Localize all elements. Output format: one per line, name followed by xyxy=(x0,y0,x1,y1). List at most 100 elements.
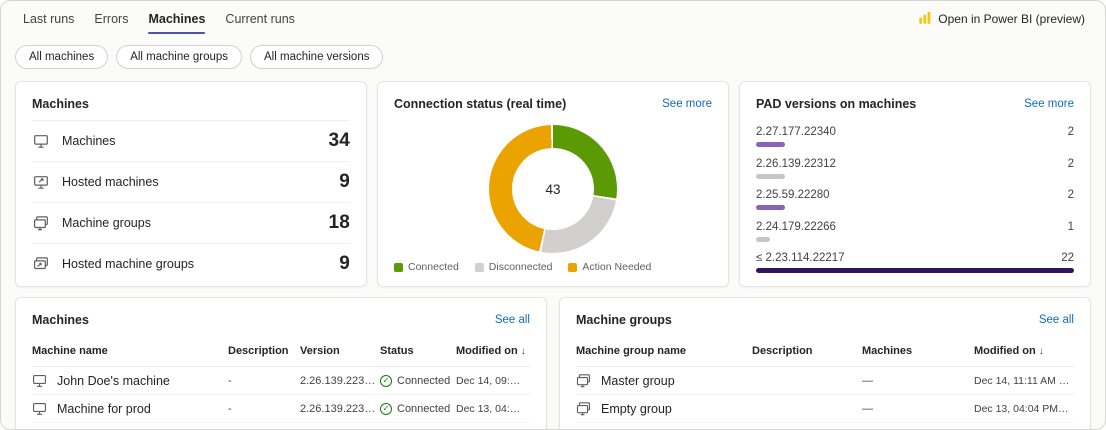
machine-version: 2.26.139.22312 xyxy=(300,395,380,423)
col-description[interactable]: Description xyxy=(228,336,300,367)
col-machines[interactable]: Machines xyxy=(862,336,974,367)
pad-version-label: 2.24.179.22266 xyxy=(756,221,836,233)
pad-version-count: 2 xyxy=(1068,189,1074,201)
stat-value: 34 xyxy=(328,130,350,152)
machine-group-icon xyxy=(576,373,591,388)
stat-row-hosted-machines[interactable]: Hosted machines 9 xyxy=(32,161,350,202)
pad-see-more-link[interactable]: See more xyxy=(1024,98,1074,110)
machine-group-row[interactable]: Empty group — Dec 13, 04:04 PM (22 h ago… xyxy=(576,395,1074,423)
filter-bar: All machines All machine groups All mach… xyxy=(1,35,1105,71)
pad-version-label: 2.27.177.22340 xyxy=(756,126,836,138)
connected-check-icon: ✓ xyxy=(380,403,392,415)
machines-table-title: Machines xyxy=(32,313,89,327)
stat-row-hosted-machine-groups[interactable]: Hosted machine groups 9 xyxy=(32,243,350,284)
machine-group-row[interactable]: Master group — Dec 14, 11:11 AM (2 h ago… xyxy=(576,367,1074,395)
connection-card-title: Connection status (real time) xyxy=(394,97,566,111)
sort-descending-icon: ↓ xyxy=(521,346,526,357)
group-description xyxy=(752,395,862,423)
legend-item-action-needed: Action Needed xyxy=(568,261,651,273)
col-modified-on[interactable]: Modified on↓ xyxy=(974,336,1074,367)
connection-status-card: Connection status (real time) See more 4… xyxy=(377,81,729,287)
stat-label: Hosted machine groups xyxy=(62,257,194,271)
machines-table-card: Machines See all Machine name Descriptio… xyxy=(15,297,547,430)
connection-status-donut[interactable]: 43 xyxy=(489,125,617,253)
machine-version: 2.26.139.22312 xyxy=(300,367,380,395)
col-modified-on[interactable]: Modified on↓ xyxy=(456,336,530,367)
col-machine-name[interactable]: Machine name xyxy=(32,336,228,367)
power-bi-icon xyxy=(918,11,932,28)
machines-stat-list: Machines 34 Hosted machines 9 Machine gr… xyxy=(32,120,350,284)
stat-label: Machine groups xyxy=(62,216,151,230)
stat-label: Hosted machines xyxy=(62,175,159,189)
machine-status: Connected xyxy=(397,375,450,387)
col-machine-group-name[interactable]: Machine group name xyxy=(576,336,752,367)
legend-item-disconnected: Disconnected xyxy=(475,261,553,273)
pad-version-bar xyxy=(756,142,785,147)
machine-group-name: Master group xyxy=(601,374,675,388)
filter-all-machines[interactable]: All machines xyxy=(15,45,108,69)
pad-card-title: PAD versions on machines xyxy=(756,97,916,111)
filter-all-machine-versions[interactable]: All machine versions xyxy=(250,45,383,69)
col-version[interactable]: Version xyxy=(300,336,380,367)
pad-version-list: 2.27.177.22340 2 2.26.139.22312 2 2.25.5… xyxy=(756,126,1074,273)
connection-see-more-link[interactable]: See more xyxy=(662,98,712,110)
table-header-row: Machine group name Description Machines … xyxy=(576,336,1074,367)
machine-modified-on: Dec 13, 04:13 PM (2 xyxy=(456,395,530,423)
group-machines-count: — xyxy=(862,367,974,395)
pad-version-count: 2 xyxy=(1068,126,1074,138)
legend-swatch-connected xyxy=(394,263,403,272)
pad-version-bar xyxy=(756,205,785,210)
stat-value: 9 xyxy=(339,253,350,275)
groups-see-all-link[interactable]: See all xyxy=(1039,314,1074,326)
groups-table-title: Machine groups xyxy=(576,313,672,327)
pad-version-count: 22 xyxy=(1061,252,1074,264)
col-description[interactable]: Description xyxy=(752,336,862,367)
stat-label: Machines xyxy=(62,134,116,148)
filter-all-machine-groups[interactable]: All machine groups xyxy=(116,45,242,69)
pad-version-row: 2.27.177.22340 2 xyxy=(756,126,1074,147)
legend-label: Connected xyxy=(408,261,459,273)
machines-see-all-link[interactable]: See all xyxy=(495,314,530,326)
pad-version-bar xyxy=(756,237,770,242)
open-in-power-bi-label: Open in Power BI (preview) xyxy=(938,12,1085,26)
stat-row-machine-groups[interactable]: Machine groups 18 xyxy=(32,202,350,243)
sort-descending-icon: ↓ xyxy=(1039,346,1044,357)
machine-icon xyxy=(32,133,50,149)
pad-version-row: ≤ 2.23.114.22217 22 xyxy=(756,252,1074,273)
machine-description: - xyxy=(228,367,300,395)
group-machines-count: — xyxy=(862,395,974,423)
col-status[interactable]: Status xyxy=(380,336,456,367)
stat-row-machines[interactable]: Machines 34 xyxy=(32,120,350,161)
legend-label: Action Needed xyxy=(582,261,651,273)
tables-section: Machines See all Machine name Descriptio… xyxy=(1,287,1105,430)
machine-icon xyxy=(32,401,47,416)
machine-status: Connected xyxy=(397,403,450,415)
machine-group-name: Empty group xyxy=(601,402,672,416)
machine-group-icon xyxy=(576,401,591,416)
open-in-power-bi-button[interactable]: Open in Power BI (preview) xyxy=(912,10,1093,29)
machine-row[interactable]: John Doe's machine - 2.26.139.22312 ✓ Con… xyxy=(32,367,530,395)
connection-legend: Connected Disconnected Action Needed xyxy=(394,261,712,273)
machines-count-card: Machines Machines 34 Hosted machines 9 xyxy=(15,81,367,287)
machines-dashboard: Last runs Errors Machines Current runs O… xyxy=(0,0,1106,430)
tab-last-runs[interactable]: Last runs xyxy=(13,4,84,34)
machines-table: Machine name Description Version Status … xyxy=(32,336,530,423)
machines-card-title: Machines xyxy=(32,97,89,111)
machine-name: John Doe's machine xyxy=(57,374,170,388)
pad-version-label: ≤ 2.23.114.22217 xyxy=(756,252,845,264)
connected-check-icon: ✓ xyxy=(380,375,392,387)
machine-modified-on: Dec 14, 09:56 AM (4 xyxy=(456,367,530,395)
tab-machines[interactable]: Machines xyxy=(138,4,215,34)
pad-version-label: 2.26.139.22312 xyxy=(756,158,836,170)
table-header-row: Machine name Description Version Status … xyxy=(32,336,530,367)
pad-versions-card: PAD versions on machines See more 2.27.1… xyxy=(739,81,1091,287)
tab-bar: Last runs Errors Machines Current runs O… xyxy=(1,1,1105,35)
tab-errors[interactable]: Errors xyxy=(84,4,138,34)
pad-version-bar xyxy=(756,268,1074,273)
tab-current-runs[interactable]: Current runs xyxy=(215,4,304,34)
donut-total-value: 43 xyxy=(545,182,560,197)
group-description xyxy=(752,367,862,395)
pad-version-row: 2.26.139.22312 2 xyxy=(756,158,1074,179)
machine-row[interactable]: Machine for prod - 2.26.139.22312 ✓Conne… xyxy=(32,395,530,423)
machine-groups-table-card: Machine groups See all Machine group nam… xyxy=(559,297,1091,430)
